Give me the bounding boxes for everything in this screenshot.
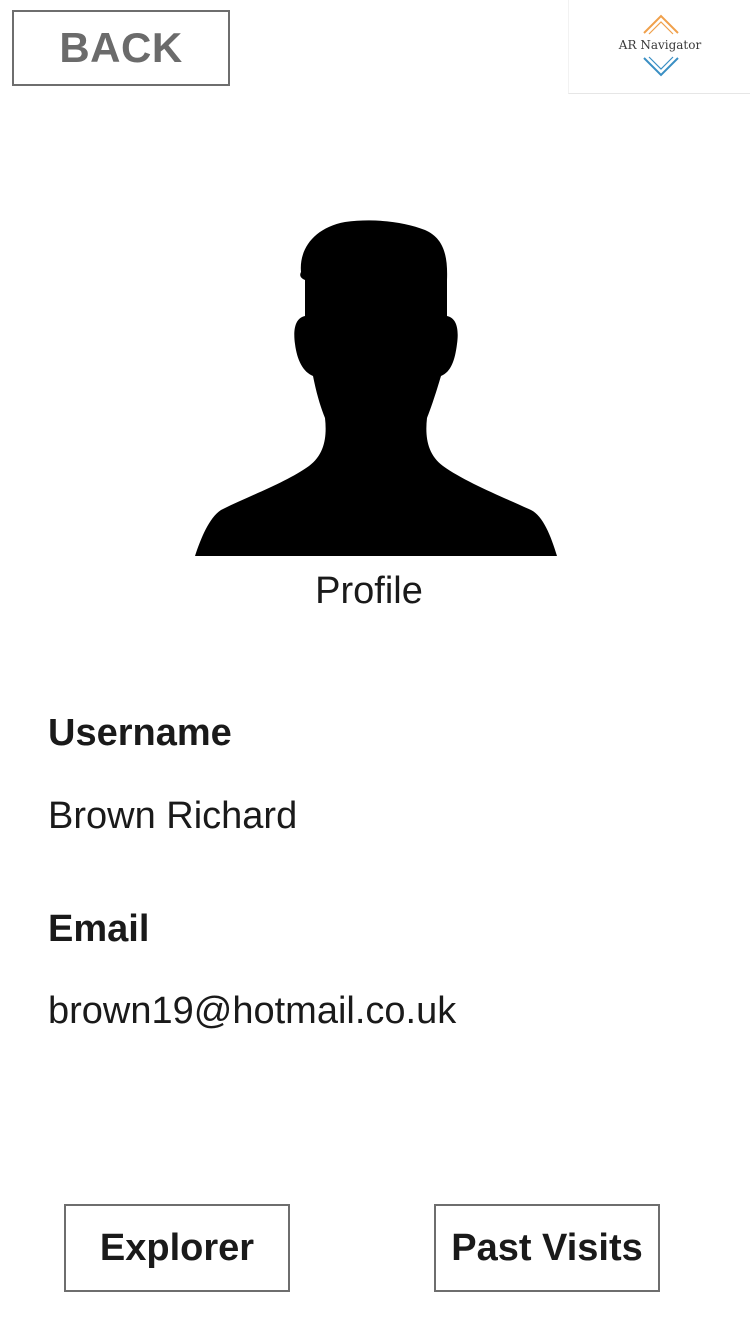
username-label: Username — [48, 712, 232, 754]
explorer-button[interactable]: Explorer — [64, 1204, 290, 1292]
email-value: brown19@hotmail.co.uk — [48, 990, 457, 1032]
profile-caption: Profile — [315, 570, 423, 612]
profile-screen: BACK AR Navigator Profile Username Brown… — [0, 0, 750, 1334]
username-value: Brown Richard — [48, 795, 298, 837]
email-label: Email — [48, 908, 150, 950]
past-visits-button[interactable]: Past Visits — [434, 1204, 660, 1292]
app-logo: AR Navigator — [568, 0, 750, 94]
logo-text: AR Navigator — [618, 38, 702, 52]
back-button[interactable]: BACK — [12, 10, 230, 86]
person-silhouette-icon — [195, 220, 557, 556]
